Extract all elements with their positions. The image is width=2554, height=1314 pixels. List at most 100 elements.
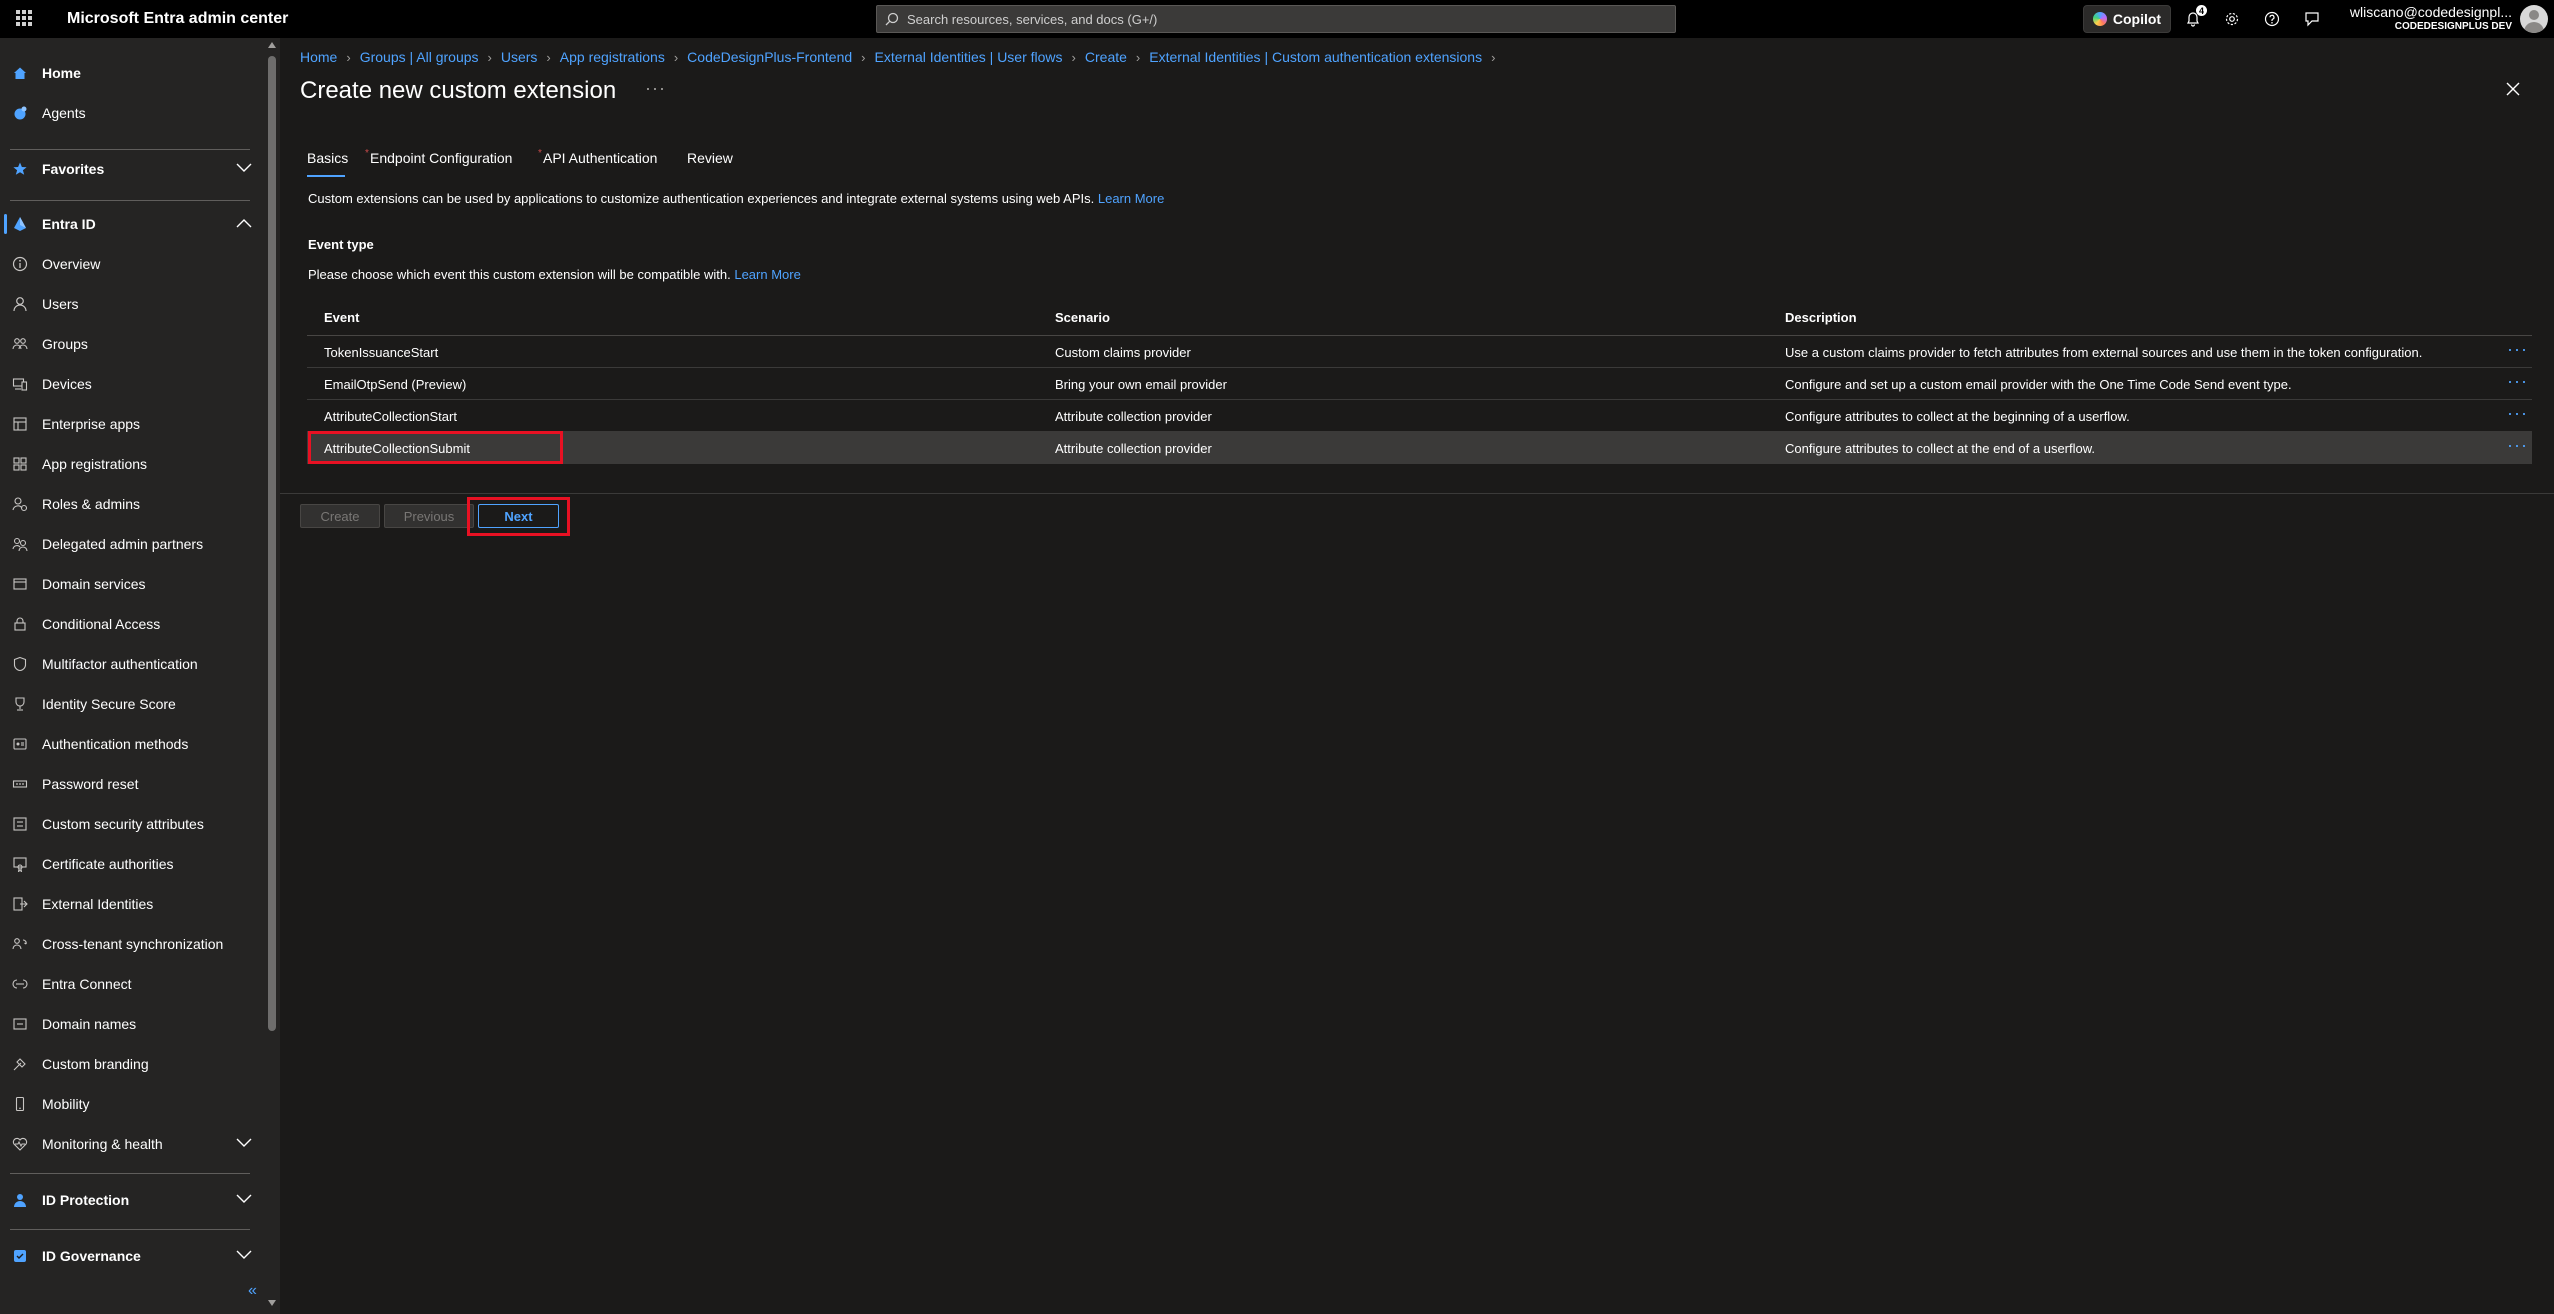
event-type-learn-more-link[interactable]: Learn More <box>734 267 800 282</box>
column-header-description[interactable]: Description <box>1785 310 1857 325</box>
sidebar-item-app-registrations[interactable]: App registrations <box>0 449 265 479</box>
app-title[interactable]: Microsoft Entra admin center <box>67 10 288 28</box>
sidebar-item-monitoring-health[interactable]: Monitoring & health <box>0 1129 265 1159</box>
sidebar-item-home[interactable]: Home <box>0 58 265 88</box>
row-more-icon[interactable]: ··· <box>2507 404 2528 422</box>
cell-scenario: Bring your own email provider <box>1055 377 1227 392</box>
sidebar-item-multifactor-authentication[interactable]: Multifactor authentication <box>0 649 265 679</box>
breadcrumb-user-flows[interactable]: External Identities | User flows <box>875 49 1063 65</box>
devices-icon <box>11 375 29 393</box>
sidebar-item-domain-services[interactable]: Domain services <box>0 569 265 599</box>
next-button[interactable]: Next <box>478 504 559 528</box>
sidebar-item-custom-security-attributes[interactable]: Custom security attributes <box>0 809 265 839</box>
sidebar-item-agents[interactable]: Agents <box>0 98 265 128</box>
search-input[interactable]: Search resources, services, and docs (G+… <box>876 5 1676 33</box>
sidebar-item-entra-connect[interactable]: Entra Connect <box>0 969 265 999</box>
sidebar-item-id-protection[interactable]: ID Protection <box>0 1185 265 1215</box>
scroll-down-icon[interactable] <box>268 1300 276 1306</box>
close-icon[interactable] <box>2506 82 2520 99</box>
table-row[interactable]: EmailOtpSend (Preview) Bring your own em… <box>307 368 2532 400</box>
column-header-event[interactable]: Event <box>324 310 359 325</box>
sidebar-item-identity-secure-score[interactable]: Identity Secure Score <box>0 689 265 719</box>
waffle-icon[interactable] <box>16 10 32 26</box>
sidebar-scrollbar[interactable] <box>265 38 280 1314</box>
roles-icon <box>11 495 29 513</box>
sidebar-item-certificate-authorities[interactable]: Certificate authorities <box>0 849 265 879</box>
notifications-button[interactable]: 4 <box>2183 5 2207 29</box>
scrollbar-thumb[interactable] <box>268 56 276 1031</box>
sidebar-item-id-governance[interactable]: ID Governance <box>0 1241 265 1271</box>
breadcrumb-create[interactable]: Create <box>1085 49 1127 65</box>
tab-endpoint-configuration[interactable]: * Endpoint Configuration <box>365 148 512 166</box>
table-row[interactable]: TokenIssuanceStart Custom claims provide… <box>307 336 2532 368</box>
sidebar-item-cross-tenant-synchronization[interactable]: Cross-tenant synchronization <box>0 929 265 959</box>
sidebar-item-entra-id[interactable]: Entra ID <box>0 209 265 239</box>
certificate-icon <box>11 855 29 873</box>
breadcrumb-groups[interactable]: Groups | All groups <box>360 49 479 65</box>
sidebar-item-groups[interactable]: Groups <box>0 329 265 359</box>
more-options-icon[interactable]: ··· <box>645 78 666 99</box>
breadcrumb-users[interactable]: Users <box>501 49 538 65</box>
column-header-scenario[interactable]: Scenario <box>1055 310 1110 325</box>
sidebar-item-mobility[interactable]: Mobility <box>0 1089 265 1119</box>
sidebar-item-external-identities[interactable]: External Identities <box>0 889 265 919</box>
breadcrumb-custom-auth-extensions[interactable]: External Identities | Custom authenticat… <box>1149 49 1482 65</box>
table-row-selected[interactable]: AttributeCollectionSubmit Attribute coll… <box>307 432 2532 464</box>
sidebar-item-conditional-access[interactable]: Conditional Access <box>0 609 265 639</box>
search-placeholder: Search resources, services, and docs (G+… <box>907 11 1158 27</box>
avatar[interactable] <box>2520 5 2548 33</box>
gear-icon <box>2225 12 2239 26</box>
table-row[interactable]: AttributeCollectionStart Attribute colle… <box>307 400 2532 432</box>
learn-more-link[interactable]: Learn More <box>1098 191 1164 206</box>
branding-icon <box>11 1055 29 1073</box>
tab-basics[interactable]: Basics <box>307 150 348 166</box>
sidebar-item-delegated-admin-partners[interactable]: Delegated admin partners <box>0 529 265 559</box>
sidebar-item-users[interactable]: Users <box>0 289 265 319</box>
breadcrumb-chevron-icon: › <box>861 49 866 65</box>
breadcrumb-chevron-icon: › <box>546 49 551 65</box>
tab-api-authentication[interactable]: * API Authentication <box>538 148 657 166</box>
sidebar-item-favorites[interactable]: Favorites <box>0 154 265 184</box>
home-icon <box>11 64 29 82</box>
collapse-sidebar-icon[interactable]: « <box>248 1282 257 1300</box>
settings-button[interactable] <box>2222 9 2242 29</box>
sidebar-divider <box>10 1229 250 1230</box>
agents-icon <box>11 104 29 122</box>
breadcrumb-chevron-icon: › <box>1491 49 1496 65</box>
create-button[interactable]: Create <box>300 504 380 528</box>
monitoring-icon <box>11 1135 29 1153</box>
sidebar-item-domain-names[interactable]: Domain names <box>0 1009 265 1039</box>
row-more-icon[interactable]: ··· <box>2507 340 2528 358</box>
row-more-icon[interactable]: ··· <box>2507 372 2528 390</box>
required-marker: * <box>538 148 542 159</box>
scroll-up-icon[interactable] <box>268 42 276 48</box>
tab-review[interactable]: Review <box>687 150 733 166</box>
connect-icon <box>11 975 29 993</box>
enterprise-apps-icon <box>11 415 29 433</box>
breadcrumb-app-registrations[interactable]: App registrations <box>560 49 665 65</box>
sidebar-item-enterprise-apps[interactable]: Enterprise apps <box>0 409 265 439</box>
search-icon <box>885 12 899 26</box>
copilot-button[interactable]: Copilot <box>2083 5 2171 33</box>
help-button[interactable] <box>2262 9 2282 29</box>
footer-divider <box>280 493 2554 494</box>
sidebar-item-custom-branding[interactable]: Custom branding <box>0 1049 265 1079</box>
password-reset-icon <box>11 775 29 793</box>
app-registrations-icon <box>11 455 29 473</box>
row-more-icon[interactable]: ··· <box>2507 436 2528 454</box>
help-icon <box>2264 11 2280 27</box>
sidebar-item-roles-admins[interactable]: Roles & admins <box>0 489 265 519</box>
cell-event: AttributeCollectionStart <box>324 409 457 424</box>
sidebar-item-overview[interactable]: Overview <box>0 249 265 279</box>
breadcrumb-home[interactable]: Home <box>300 49 337 65</box>
external-identities-icon <box>11 895 29 913</box>
breadcrumb-app[interactable]: CodeDesignPlus-Frontend <box>687 49 852 65</box>
id-protection-icon <box>11 1191 29 1209</box>
sidebar-item-devices[interactable]: Devices <box>0 369 265 399</box>
feedback-icon <box>2305 12 2319 27</box>
sidebar-item-password-reset[interactable]: Password reset <box>0 769 265 799</box>
account-menu[interactable]: wliscano@codedesignpl... CODEDESIGNPLUS … <box>2350 4 2512 32</box>
sidebar-item-authentication-methods[interactable]: Authentication methods <box>0 729 265 759</box>
feedback-button[interactable] <box>2302 9 2322 29</box>
previous-button[interactable]: Previous <box>384 504 474 528</box>
